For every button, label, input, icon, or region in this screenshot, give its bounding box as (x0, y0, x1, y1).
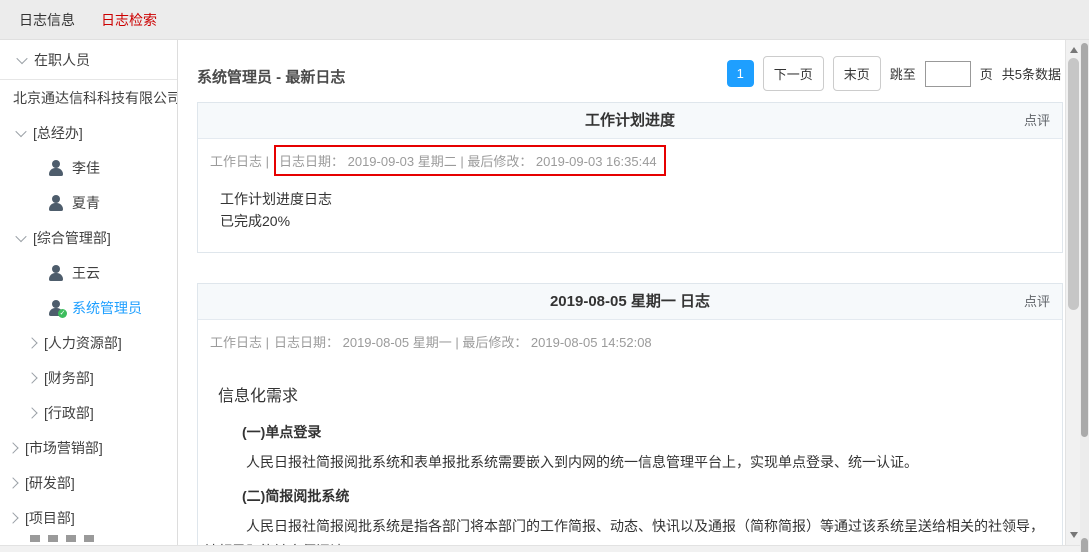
log-title: 2019-08-05 星期一 日志 (550, 293, 710, 310)
tree-item-admin-dept[interactable]: [综合管理部] (0, 220, 177, 255)
tree-item-user-xiaqing[interactable]: 夏青 (0, 185, 177, 220)
page-number-button[interactable]: 1 (727, 60, 754, 87)
log-body-line: 已完成20% (220, 211, 1040, 233)
log-body-line: 工作计划进度日志 (220, 189, 1040, 211)
jump-page-input[interactable] (925, 61, 971, 87)
log-content-panel: 系统管理员 - 最新日志 1 下一页 末页 跳至 页 共5条数据 工作计划进度 … (179, 40, 1065, 545)
log-card-work-plan: 工作计划进度 点评 工作日志 | 日志日期： 2019-09-03 星期二 | … (197, 102, 1063, 253)
tree-item-general-office[interactable]: [总经办] (0, 115, 177, 150)
clipped-tree-item (0, 535, 177, 542)
section-heading: (一)单点登录 (242, 422, 1052, 442)
chevron-down-icon[interactable] (15, 230, 26, 241)
user-icon (48, 265, 64, 281)
log-body: 工作计划进度日志 已完成20% (198, 181, 1062, 252)
section-paragraph: 人民日报社简报阅批系统是指各部门将本部门的工作简报、动态、快讯以及通报（简称简报… (204, 514, 1052, 545)
user-icon (48, 160, 64, 176)
log-body: 信息化需求 (一)单点登录 人民日报社简报阅批系统和表单报批系统需要嵌入到内网的… (198, 362, 1062, 545)
log-body-heading: 信息化需求 (218, 382, 1052, 406)
log-card-2019-08-05: 2019-08-05 星期一 日志 点评 工作日志 | 日志日期： 2019-0… (197, 283, 1063, 545)
page-suffix-label: 页 (980, 64, 993, 83)
log-type-label: 工作日志 | (210, 332, 269, 351)
page-title: 系统管理员 - 最新日志 (197, 66, 345, 87)
chevron-right-icon[interactable] (26, 407, 37, 418)
log-meta-row: 工作日志 | 日志日期： 2019-08-05 星期一 | 最后修改： 2019… (198, 320, 1062, 362)
red-annotation-box: 日志日期： 2019-09-03 星期二 | 最后修改： 2019-09-03 … (274, 145, 666, 176)
log-meta-row: 工作日志 | 日志日期： 2019-09-03 星期二 | 最后修改： 2019… (198, 139, 1062, 181)
log-card-header: 工作计划进度 点评 (198, 103, 1062, 139)
window-vertical-scrollbar[interactable] (1080, 40, 1089, 552)
tree-item-active-staff[interactable]: 在职人员 (0, 40, 177, 80)
chevron-right-icon[interactable] (7, 442, 18, 453)
tree-item-finance-dept[interactable]: [财务部] (0, 360, 177, 395)
tree-item-rnd-dept[interactable]: [研发部] (0, 465, 177, 500)
page-header: 系统管理员 - 最新日志 1 下一页 末页 跳至 页 共5条数据 (197, 40, 1063, 102)
log-date-modified: 日志日期： 2019-09-03 星期二 | 最后修改： 2019-09-03 … (279, 154, 657, 169)
tree-item-marketing-dept[interactable]: [市场营销部] (0, 430, 177, 465)
horizontal-scrollbar[interactable] (0, 545, 1080, 552)
log-title: 工作计划进度 (585, 112, 675, 129)
tree-item-hr-dept[interactable]: [人力资源部] (0, 325, 177, 360)
chevron-down-icon[interactable] (15, 125, 26, 136)
last-page-button[interactable]: 末页 (833, 56, 881, 91)
scrollbar-thumb[interactable] (1068, 58, 1079, 310)
log-date-modified: 日志日期： 2019-08-05 星期一 | 最后修改： 2019-08-05 … (274, 332, 652, 351)
tree-item-user-sysadmin[interactable]: ✓ 系统管理员 (0, 290, 177, 325)
scrollbar-thumb[interactable] (1081, 43, 1088, 437)
tab-log-search[interactable]: 日志检索 (95, 6, 163, 34)
log-type-label: 工作日志 | (210, 151, 269, 170)
tree-item-executive-dept[interactable]: [行政部] (0, 395, 177, 430)
tree-item-project-dept[interactable]: [项目部] (0, 500, 177, 535)
tree-item-company[interactable]: 北京通达信科科技有限公司 (0, 80, 177, 115)
content-vertical-scrollbar[interactable] (1065, 40, 1080, 545)
user-online-icon: ✓ (48, 300, 64, 316)
next-page-button[interactable]: 下一页 (763, 56, 824, 91)
chevron-down-icon[interactable] (16, 52, 27, 63)
section-paragraph: 人民日报社简报阅批系统和表单报批系统需要嵌入到内网的统一信息管理平台上，实现单点… (204, 450, 1052, 475)
scrollbar-thumb-end[interactable] (1081, 538, 1088, 552)
log-card-header: 2019-08-05 星期一 日志 点评 (198, 284, 1062, 320)
chevron-right-icon[interactable] (7, 477, 18, 488)
comment-link[interactable]: 点评 (1024, 284, 1050, 320)
tree-item-user-lijia[interactable]: 李佳 (0, 150, 177, 185)
scroll-up-arrow-icon[interactable] (1066, 43, 1081, 58)
tab-log-info[interactable]: 日志信息 (13, 6, 81, 34)
chevron-right-icon[interactable] (7, 512, 18, 523)
comment-link[interactable]: 点评 (1024, 103, 1050, 139)
section-heading: (二)简报阅批系统 (242, 486, 1052, 506)
jump-to-label: 跳至 (890, 64, 916, 83)
tree-item-user-wangyun[interactable]: 王云 (0, 255, 177, 290)
pagination: 1 下一页 末页 跳至 页 共5条数据 (727, 56, 1061, 91)
scroll-down-arrow-icon[interactable] (1066, 527, 1081, 542)
top-tab-bar: 日志信息 日志检索 (0, 0, 1089, 40)
org-tree-sidebar: 在职人员 北京通达信科科技有限公司 [总经办] 李佳 夏青 [综合管理部] 王云… (0, 40, 178, 545)
online-check-badge: ✓ (58, 309, 67, 318)
chevron-right-icon[interactable] (26, 337, 37, 348)
total-count-label: 共5条数据 (1002, 64, 1061, 83)
user-icon (48, 195, 64, 211)
chevron-right-icon[interactable] (26, 372, 37, 383)
